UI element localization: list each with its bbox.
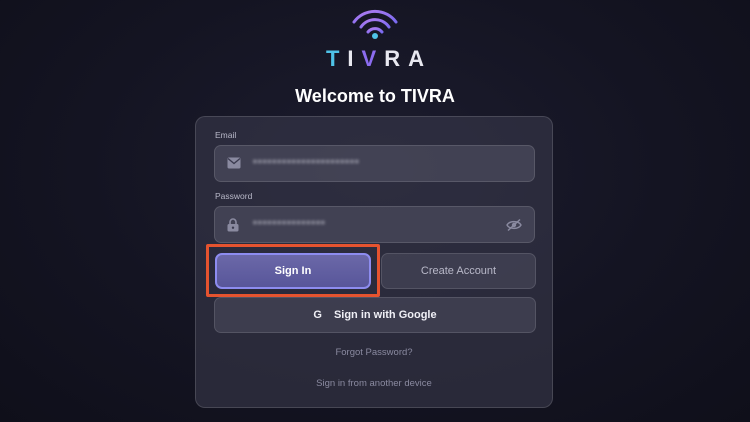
other-device-link[interactable]: Sign in from another device (196, 378, 552, 389)
create-account-button[interactable]: Create Account (381, 253, 536, 289)
brand-wordmark: TIVRA (0, 46, 750, 72)
brand-letter: A (408, 46, 433, 71)
email-field[interactable]: •••••••••••••••••••••• (214, 145, 535, 182)
google-sign-in-label: Sign in with Google (333, 309, 437, 321)
page-title: Welcome to TIVRA (295, 86, 455, 106)
login-card: Email •••••••••••••••••••••• Password ••… (195, 116, 553, 408)
brand-letter: T (325, 46, 348, 71)
password-label: Password (215, 191, 253, 201)
mail-icon (227, 157, 241, 169)
brand-letter: I (347, 46, 362, 71)
password-field[interactable]: ••••••••••••••• (214, 206, 535, 243)
wifi-signal-icon (352, 9, 398, 39)
brand-letter: V (361, 46, 385, 71)
email-label: Email (215, 130, 237, 140)
forgot-password-link[interactable]: Forgot Password? (196, 347, 552, 358)
password-value: ••••••••••••••• (253, 217, 326, 229)
brand-header: TIVRA (0, 8, 750, 72)
brand-letter: R (384, 46, 409, 71)
eye-off-icon[interactable] (506, 218, 522, 232)
sign-in-button[interactable]: Sign In (215, 253, 371, 289)
lock-icon (227, 218, 239, 232)
email-value: •••••••••••••••••••••• (253, 156, 360, 168)
google-sign-in-button[interactable]: G Sign in with Google (214, 297, 536, 333)
google-icon: G (313, 309, 322, 321)
